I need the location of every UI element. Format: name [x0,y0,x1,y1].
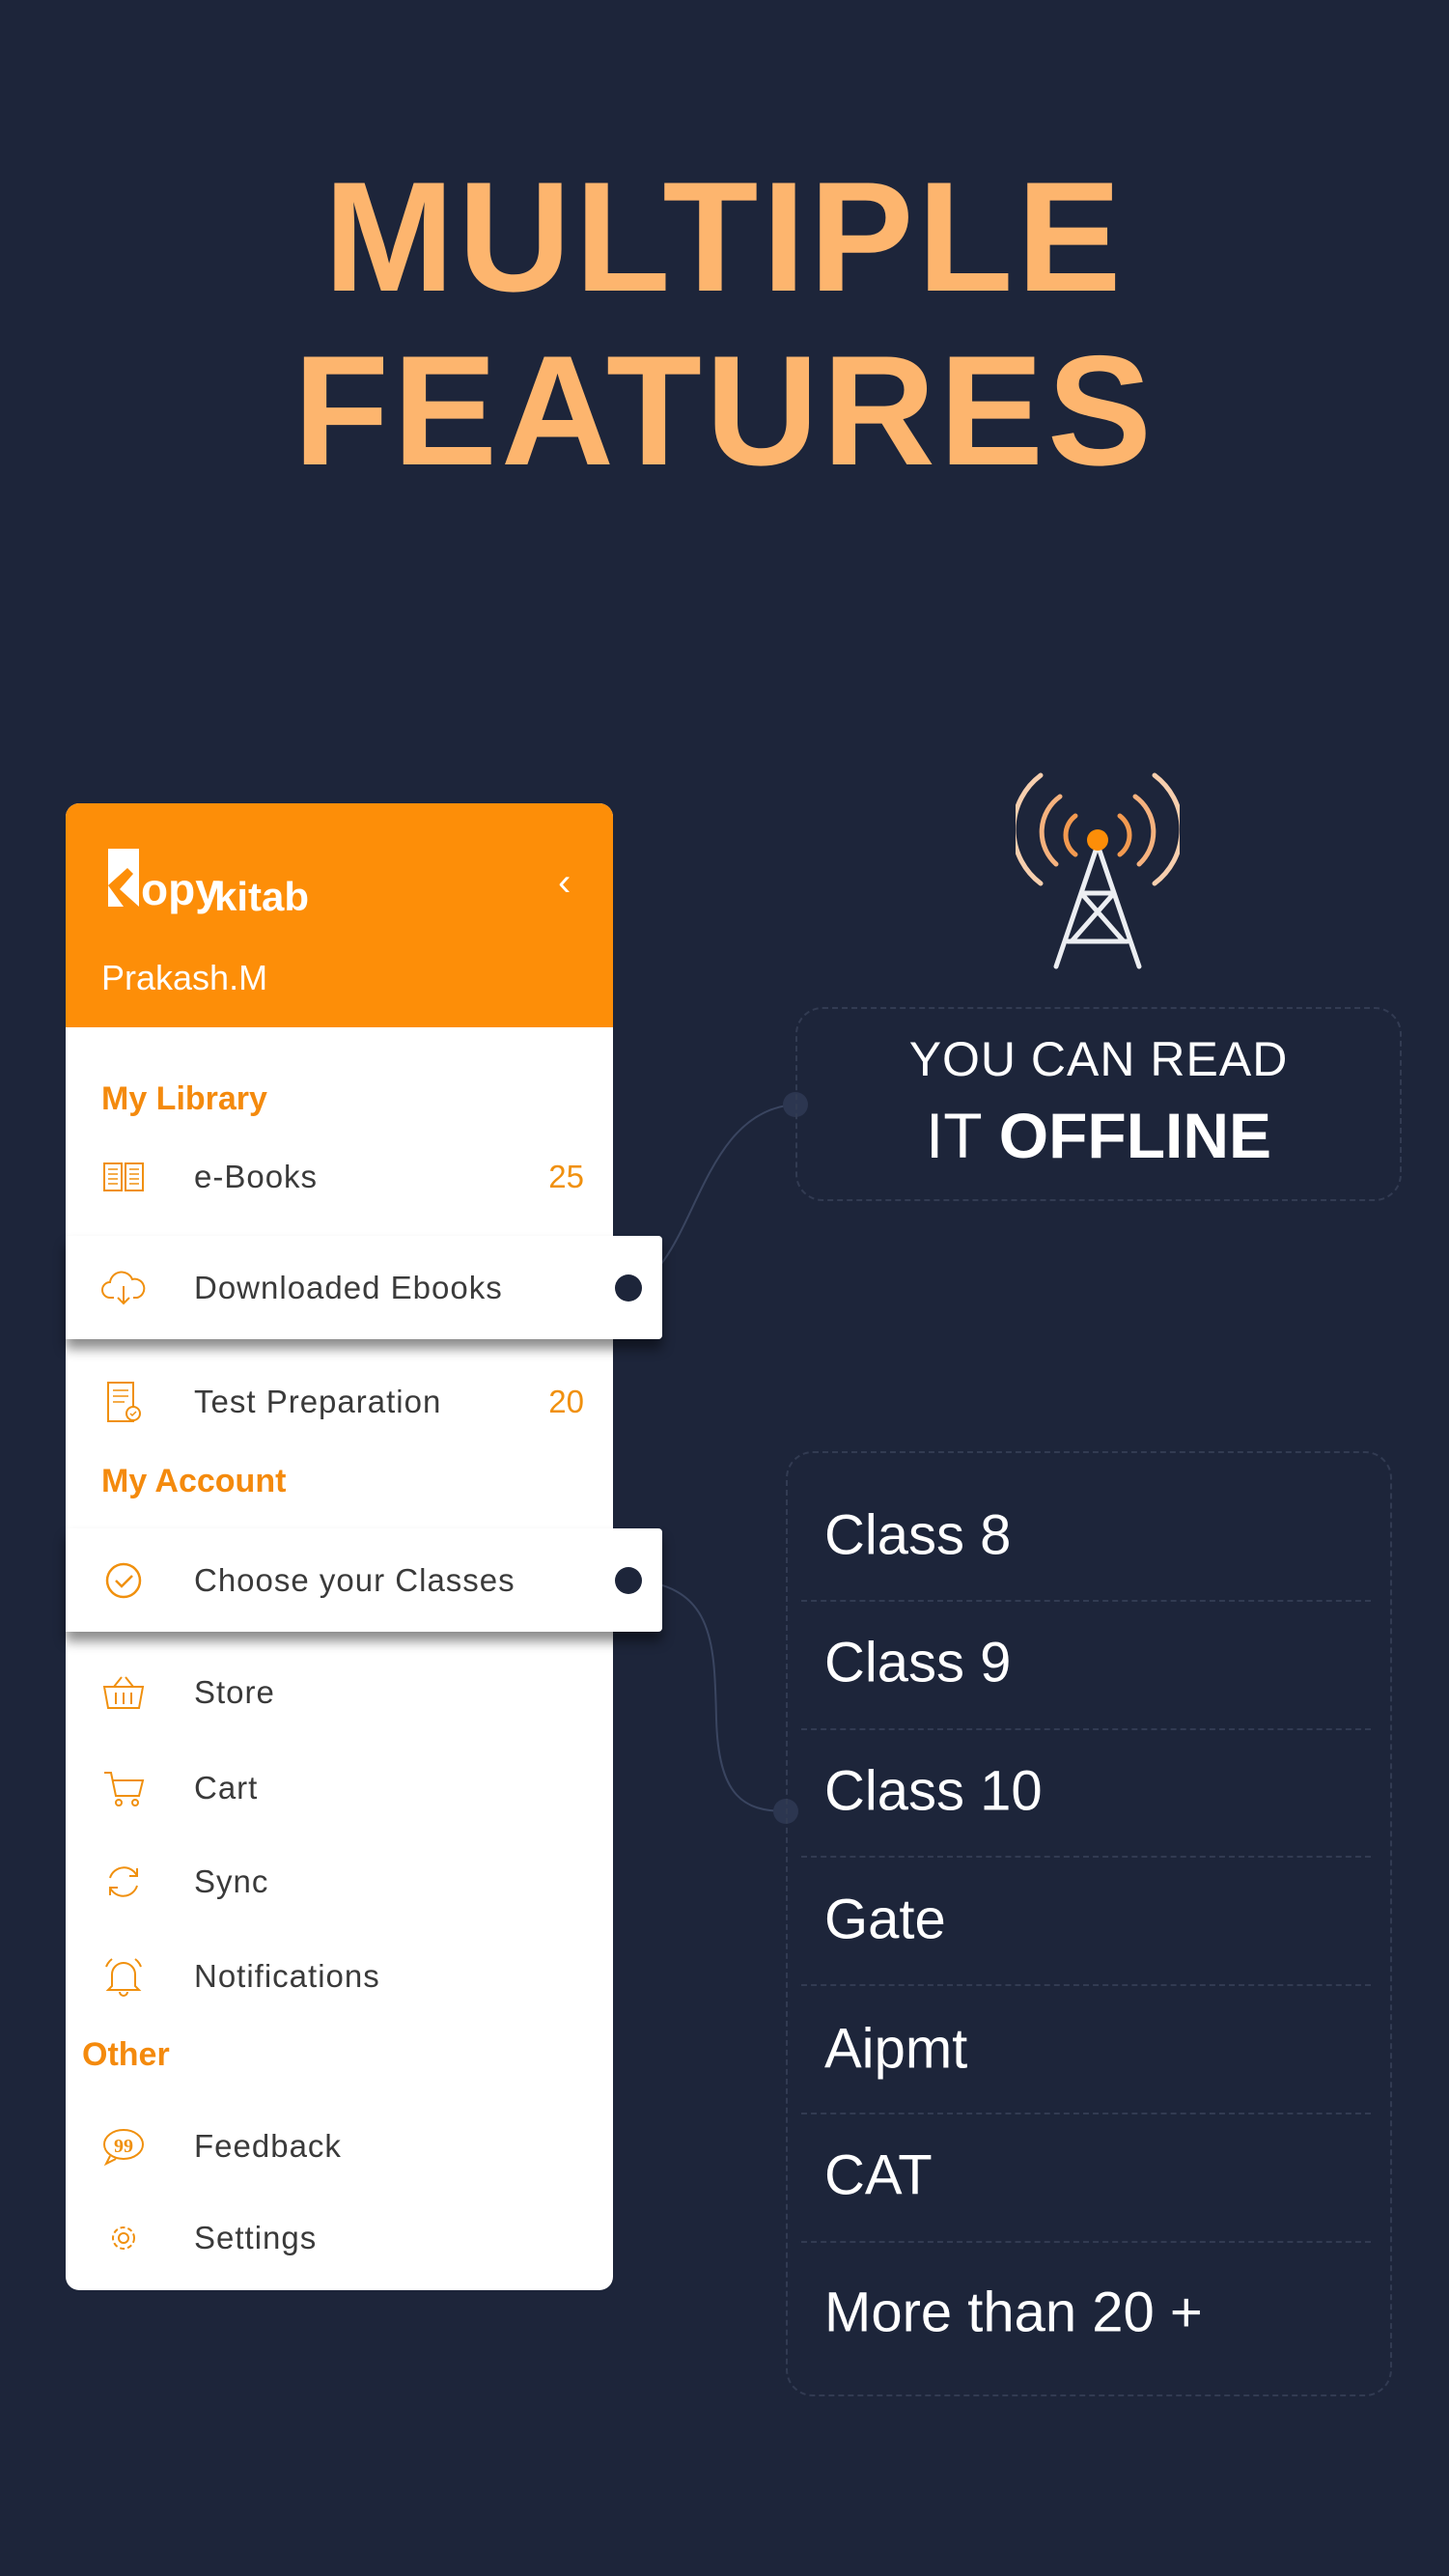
drawer-item-label: Choose your Classes [194,1561,516,1598]
basket-icon [102,1676,145,1709]
gear-icon [112,2226,135,2250]
drawer-item-settings[interactable]: Settings [66,2204,613,2272]
divider [801,1600,1371,1602]
divider [801,1984,1371,1986]
drawer-item-store[interactable]: Store [66,1659,613,1726]
drawer-item-label: Settings [194,2220,318,2255]
cloud-download-icon [101,1271,146,1304]
class-item: Gate [824,1888,946,1951]
svg-text:99: 99 [114,2136,133,2157]
class-item: Aipmt [824,2017,968,2081]
drawer-item-label: Store [194,1674,275,1710]
connector-dot [615,1274,642,1302]
drawer-item-cart[interactable]: Cart [66,1754,613,1822]
drawer-item-ebooks[interactable]: e-Books 25 [66,1143,613,1211]
drawer-item-choose-classes[interactable]: Choose your Classes [66,1528,662,1632]
svg-text:opy: opy [141,864,220,914]
drawer-item-label: Test Preparation [194,1384,442,1419]
drawer-item-notifications[interactable]: Notifications [66,1943,613,2010]
class-item: More than 20 + [824,2281,1203,2344]
user-name: Prakash.M [101,958,268,997]
chevron-left-icon: ‹ [558,861,571,904]
class-item: CAT [824,2143,933,2207]
kopykitab-logo: opy kitab [108,849,309,919]
section-my-library: My Library [101,1080,267,1117]
drawer-item-label: Downloaded Ebooks [194,1269,503,1305]
drawer-header: opy kitab ‹ Prakash.M [66,803,613,1027]
drawer-item-feedback[interactable]: 99 Feedback [66,2113,613,2180]
divider [801,2113,1371,2114]
test-preparation-count: 20 [548,1384,584,1419]
class-item: Class 9 [824,1631,1012,1694]
open-book-icon [103,1162,144,1191]
class-item: Class 10 [824,1759,1043,1823]
section-my-account: My Account [101,1463,287,1499]
ebooks-count: 25 [548,1159,584,1194]
divider [801,2241,1371,2243]
offline-light-text: IT [925,1100,982,1171]
test-document-icon [107,1382,141,1422]
drawer-item-label: Cart [194,1770,259,1806]
section-other: Other [82,2036,170,2073]
svg-text:kitab: kitab [214,874,309,919]
check-circle-icon [105,1562,142,1598]
drawer-item-label: Notifications [194,1958,380,1994]
offline-line1: YOU CAN READ [908,1032,1289,1086]
drawer-item-downloaded-ebooks[interactable]: Downloaded Ebooks [66,1236,662,1339]
connector-dot [615,1567,642,1594]
divider [801,1856,1371,1858]
cart-icon [104,1772,145,1806]
drawer-item-test-preparation[interactable]: Test Preparation 20 [66,1368,613,1436]
drawer-item-label: Sync [194,1863,269,1899]
drawer-item-sync[interactable]: Sync [66,1848,613,1916]
collapse-drawer-button[interactable]: ‹ [558,861,571,905]
class-item: Class 8 [824,1503,1012,1567]
drawer-item-label: Feedback [194,2128,342,2164]
divider [801,1728,1371,1730]
feedback-quote-icon: 99 [103,2129,144,2167]
signal-tower-icon [1016,772,1180,969]
bell-icon [105,1958,142,1997]
offline-bold-text: OFFLINE [998,1100,1272,1171]
sync-icon [109,1866,138,1897]
drawer-item-label: e-Books [194,1159,319,1194]
offline-line2: IT OFFLINE [795,1099,1402,1172]
